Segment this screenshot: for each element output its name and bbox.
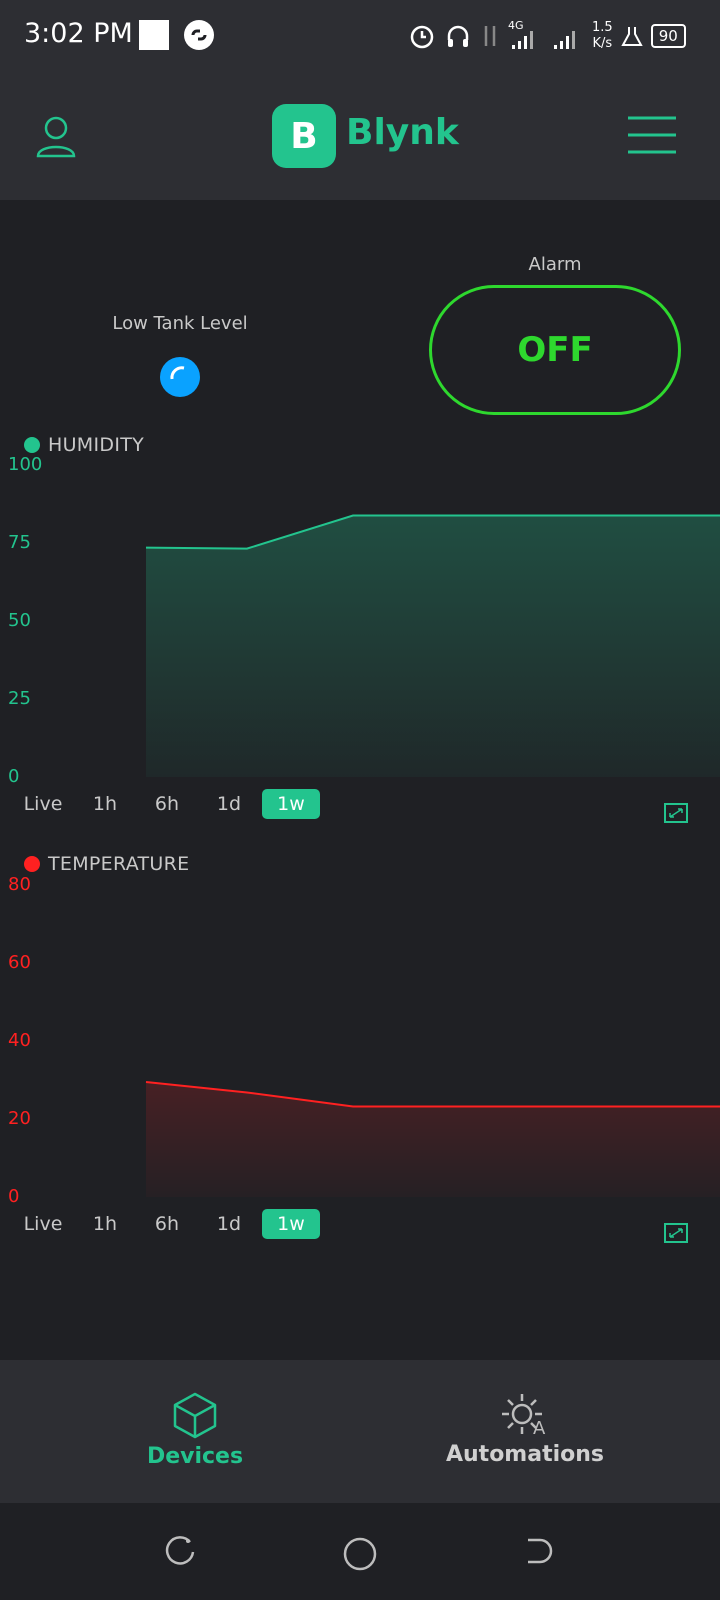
range-1d[interactable]: 1d xyxy=(198,1209,260,1239)
range-1w[interactable]: 1w xyxy=(262,789,320,819)
temperature-legend: TEMPERATURE xyxy=(24,853,189,875)
temperature-range-selector: Live 1h 6h 1d 1w xyxy=(12,1209,320,1239)
lab-flask-icon xyxy=(621,27,643,46)
alarm-clock-icon xyxy=(410,25,434,49)
automation-icon-letter: A xyxy=(533,1418,546,1439)
temperature-legend-label: TEMPERATURE xyxy=(48,853,190,875)
home-icon[interactable] xyxy=(342,1536,378,1572)
status-bar: 3:02 PM 4G 1.5 K/s 90 xyxy=(0,0,720,72)
led-label: Low Tank Level xyxy=(112,313,248,334)
humidity-range-selector: Live 1h 6h 1d 1w xyxy=(12,789,320,819)
sun-automation-icon: A xyxy=(497,1390,553,1442)
nav-automations-label: Automations xyxy=(445,1442,605,1467)
temperature-expand-icon[interactable] xyxy=(664,1223,688,1247)
notification-square-icon xyxy=(139,20,169,50)
nav-automations[interactable]: A Automations xyxy=(440,1390,610,1467)
range-live[interactable]: Live xyxy=(12,789,74,819)
cube-icon xyxy=(173,1392,217,1439)
led-glint-icon xyxy=(170,366,185,380)
status-icons: 4G 1.5 K/s 90 xyxy=(408,18,686,54)
bottom-navigation: Devices A Automations xyxy=(0,1360,720,1503)
link-app-icon xyxy=(184,20,214,50)
nav-devices-label: Devices xyxy=(146,1444,244,1469)
range-6h[interactable]: 6h xyxy=(136,1209,198,1239)
menu-hamburger-icon[interactable] xyxy=(628,116,676,154)
range-6h[interactable]: 6h xyxy=(136,789,198,819)
alarm-label: Alarm xyxy=(528,254,582,275)
led-indicator xyxy=(160,357,200,397)
temperature-area-fill xyxy=(146,1081,720,1197)
humidity-area-fill xyxy=(146,515,720,777)
humidity-legend: HUMIDITY xyxy=(24,434,144,456)
headphones-icon xyxy=(447,25,469,47)
battery-indicator: 90 xyxy=(650,24,686,48)
data-transfer-icon xyxy=(484,26,496,46)
back-icon[interactable] xyxy=(522,1536,554,1568)
humidity-legend-dot xyxy=(24,437,40,453)
system-navigation-bar xyxy=(0,1503,720,1600)
nav-devices[interactable]: Devices xyxy=(120,1390,270,1469)
humidity-expand-icon[interactable] xyxy=(664,803,688,827)
range-live[interactable]: Live xyxy=(12,1209,74,1239)
recents-icon[interactable] xyxy=(164,1536,196,1568)
alarm-toggle-button[interactable]: OFF xyxy=(429,285,681,415)
range-1h[interactable]: 1h xyxy=(74,1209,136,1239)
humidity-legend-label: HUMIDITY xyxy=(48,434,145,456)
net-speed: 1.5 K/s xyxy=(592,20,613,51)
signal-4g-icon: 4G xyxy=(508,19,542,53)
temperature-chart[interactable] xyxy=(0,885,720,1197)
humidity-chart[interactable] xyxy=(0,465,720,777)
blynk-logo-icon: B xyxy=(272,104,336,168)
range-1h[interactable]: 1h xyxy=(74,789,136,819)
status-time: 3:02 PM xyxy=(24,18,133,49)
signal-bars-icon xyxy=(554,31,575,49)
range-1d[interactable]: 1d xyxy=(198,789,260,819)
app-title: Blynk xyxy=(346,112,459,153)
temperature-legend-dot xyxy=(24,856,40,872)
range-1w[interactable]: 1w xyxy=(262,1209,320,1239)
profile-icon[interactable] xyxy=(34,114,78,158)
